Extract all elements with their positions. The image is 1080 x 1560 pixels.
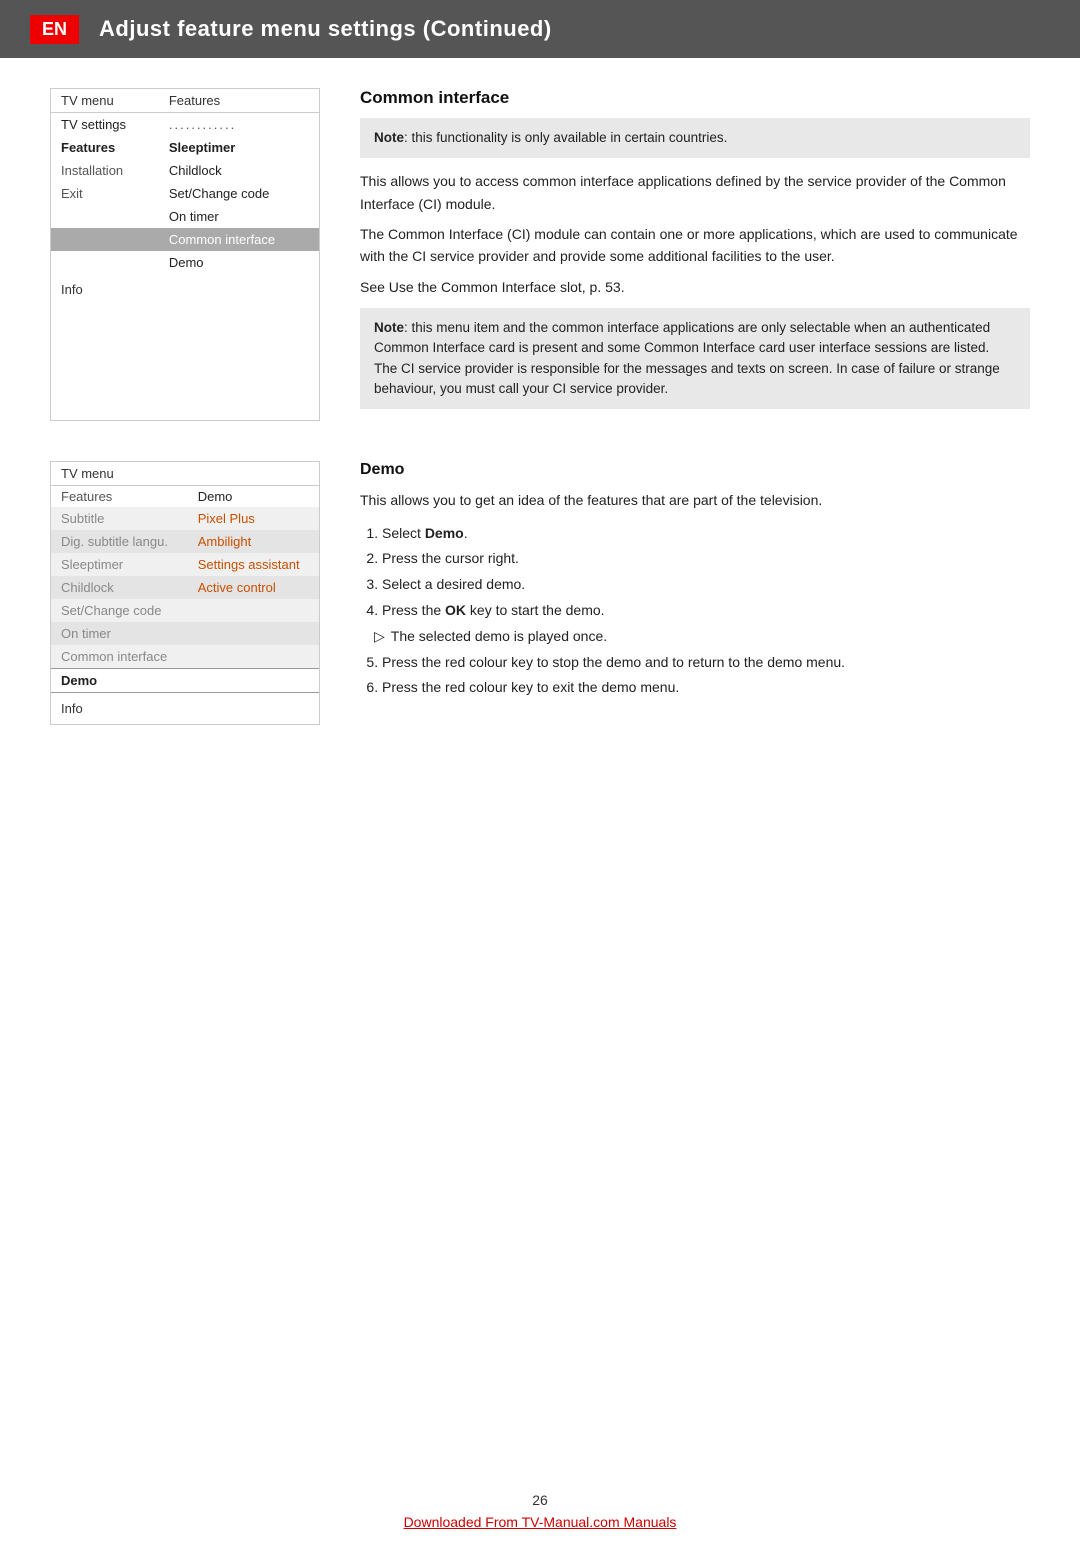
demo-step-4: Press the OK key to start the demo. <box>382 599 1030 623</box>
demo-arrow-icon: ▷ <box>374 625 385 649</box>
menu-row-commoninterface: Common interface <box>51 228 319 251</box>
menu2-pixelplus-label: Pixel Plus <box>188 507 319 530</box>
note2-label: Note <box>374 320 404 335</box>
menu-exit-label: Exit <box>51 182 159 205</box>
menu-header-features: Features <box>159 89 319 113</box>
section-common-interface: TV menu Features TV settings ...........… <box>50 88 1030 421</box>
menu2-demo-header: Demo <box>188 486 319 508</box>
note2-text: : this menu item and the common interfac… <box>374 320 1000 396</box>
menu2-activecontrol-label: Active control <box>188 576 319 599</box>
heading-commoninterface: Common interface <box>360 88 1030 108</box>
demo-step-1-bold: Demo <box>425 525 464 541</box>
menu-row-features: Features Sleeptimer <box>51 136 319 159</box>
menu2-demo-label: Demo <box>51 669 188 693</box>
menu-info1-label: Info <box>51 274 319 301</box>
menu2-info-label: Info <box>51 693 319 725</box>
note1-label: Note <box>374 130 404 145</box>
para1-demo: This allows you to get an idea of the fe… <box>360 489 1030 511</box>
menu2-header-row: TV menu <box>51 462 319 486</box>
page-number: 26 <box>532 1492 548 1508</box>
menu-box-2: TV menu Features Demo Subtitle Pixel Plu… <box>50 461 320 725</box>
en-badge: EN <box>30 15 79 44</box>
menu2-features-label: Features <box>51 486 188 508</box>
para2-commoninterface: The Common Interface (CI) module can con… <box>360 223 1030 268</box>
menu-header-row-1: TV menu Features <box>51 89 319 113</box>
page-footer: 26 Downloaded From TV-Manual.com Manuals <box>0 1492 1080 1530</box>
demo-arrow-text: The selected demo is played once. <box>391 625 607 649</box>
menu2-commoninterface-right <box>188 645 319 669</box>
heading-demo: Demo <box>360 461 1030 479</box>
menu2-settingsassistant-label: Settings assistant <box>188 553 319 576</box>
menu2-row-sleeptimer: Sleeptimer Settings assistant <box>51 553 319 576</box>
demo-arrow-item: ▷ The selected demo is played once. <box>374 625 1030 649</box>
menu-demo1-left <box>51 251 159 274</box>
note-box-2: Note: this menu item and the common inte… <box>360 308 1030 409</box>
menu-row-ontimer: On timer <box>51 205 319 228</box>
menu2-commoninterface-label: Common interface <box>51 645 188 669</box>
demo-step-1: Select Demo. <box>382 522 1030 546</box>
note1-text: : this functionality is only available i… <box>404 130 727 145</box>
demo-step-3: Select a desired demo. <box>382 573 1030 597</box>
menu-ontimer-left <box>51 205 159 228</box>
menu2-row-digsubtitle: Dig. subtitle langu. Ambilight <box>51 530 319 553</box>
para1-commoninterface: This allows you to access common interfa… <box>360 170 1030 215</box>
page-content: TV menu Features TV settings ...........… <box>0 58 1080 795</box>
menu2-ontimer-label: On timer <box>51 622 188 645</box>
menu-sleeptimer-label: Sleeptimer <box>159 136 319 159</box>
demo-steps-list-2: Press the red colour key to stop the dem… <box>382 651 1030 701</box>
menu-commoninterface-left <box>51 228 159 251</box>
menu-tvsettings-dots: ............ <box>159 113 319 137</box>
footer-link[interactable]: Downloaded From TV-Manual.com Manuals <box>404 1514 677 1530</box>
menu-tvsettings-label: TV settings <box>51 113 159 137</box>
header-bar: EN Adjust feature menu settings (Continu… <box>0 0 1080 58</box>
menu2-row-info: Info <box>51 693 319 725</box>
menu-ontimer-label: On timer <box>159 205 319 228</box>
menu2-sleeptimer-label: Sleeptimer <box>51 553 188 576</box>
menu2-ontimer-right <box>188 622 319 645</box>
menu2-row-subtitle: Subtitle Pixel Plus <box>51 507 319 530</box>
demo-steps-list: Select Demo. Press the cursor right. Sel… <box>382 522 1030 623</box>
menu-features-label: Features <box>51 136 159 159</box>
menu2-digsubtitle-label: Dig. subtitle langu. <box>51 530 188 553</box>
menu-row-exit: Exit Set/Change code <box>51 182 319 205</box>
menu2-row-demo-selected: Demo <box>51 669 319 693</box>
menu2-setchangecode-right <box>188 599 319 622</box>
menu-row-installation: Installation Childlock <box>51 159 319 182</box>
menu-header-tvmenu: TV menu <box>51 89 159 113</box>
menu2-row-childlock: Childlock Active control <box>51 576 319 599</box>
demo-step-5: Press the red colour key to stop the dem… <box>382 651 1030 675</box>
page-title: Adjust feature menu settings (Continued) <box>99 16 552 42</box>
para3-commoninterface: See Use the Common Interface slot, p. 53… <box>360 276 1030 298</box>
demo-step-4-bold: OK <box>445 602 466 618</box>
menu-row-tvsettings: TV settings ............ <box>51 113 319 137</box>
note-box-1: Note: this functionality is only availab… <box>360 118 1030 158</box>
menu2-demo-right <box>188 669 319 693</box>
menu2-row-setchangecode: Set/Change code <box>51 599 319 622</box>
menu-childlock-label: Childlock <box>159 159 319 182</box>
text-col-commoninterface: Common interface Note: this functionalit… <box>360 88 1030 421</box>
menu2-ambilight-label: Ambilight <box>188 530 319 553</box>
menu-row-demo1: Demo <box>51 251 319 274</box>
menu-installation-label: Installation <box>51 159 159 182</box>
menu-commoninterface-label: Common interface <box>159 228 319 251</box>
menu2-subtitle-label: Subtitle <box>51 507 188 530</box>
menu-box-1: TV menu Features TV settings ...........… <box>50 88 320 421</box>
menu-setchangecode-label: Set/Change code <box>159 182 319 205</box>
menu2-setchangecode-label: Set/Change code <box>51 599 188 622</box>
section-demo: TV menu Features Demo Subtitle Pixel Plu… <box>50 461 1030 725</box>
demo-step-2: Press the cursor right. <box>382 547 1030 571</box>
menu2-row-commoninterface: Common interface <box>51 645 319 669</box>
menu2-childlock-label: Childlock <box>51 576 188 599</box>
menu2-row-ontimer: On timer <box>51 622 319 645</box>
demo-step-6: Press the red colour key to exit the dem… <box>382 676 1030 700</box>
text-col-demo: Demo This allows you to get an idea of t… <box>360 461 1030 725</box>
menu-demo1-label: Demo <box>159 251 319 274</box>
menu2-subheader-row: Features Demo <box>51 486 319 508</box>
menu2-header-tvmenu: TV menu <box>51 462 319 486</box>
menu-row-info1: Info <box>51 274 319 301</box>
